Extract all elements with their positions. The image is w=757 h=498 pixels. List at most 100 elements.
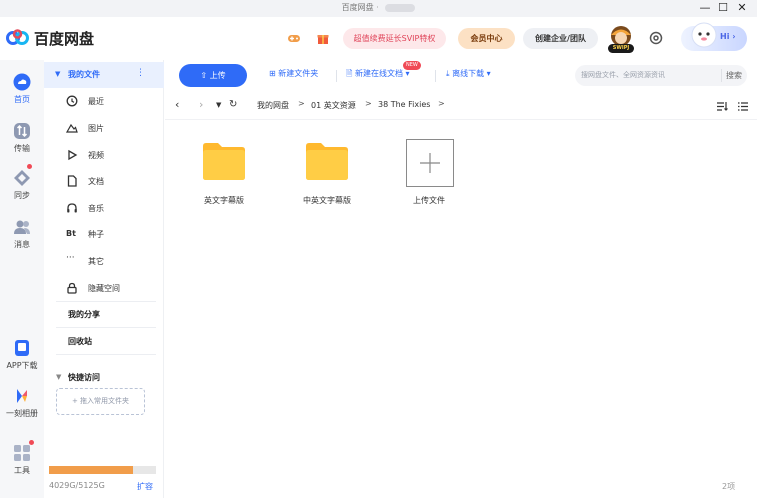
- nav-item-hidden-space[interactable]: 隐藏空间: [44, 279, 164, 299]
- new-doc-icon: 🗎: [346, 69, 353, 78]
- rail-item-album[interactable]: 一刻相册: [0, 387, 44, 419]
- folder-tile[interactable]: 英文字幕版: [188, 139, 260, 219]
- assistant-mascot-icon: [691, 22, 717, 48]
- quick-access-header[interactable]: ▼ 快捷访问: [52, 370, 152, 386]
- search-box[interactable]: 搜网盘文件、全网资源资讯 搜索: [575, 65, 747, 86]
- gift-icon[interactable]: [316, 31, 330, 45]
- folder-name: 英文字幕版: [204, 196, 244, 205]
- rail-label-app-download: APP下载: [6, 361, 38, 370]
- rail-item-transfer[interactable]: 传输: [0, 122, 44, 154]
- nav-my-files[interactable]: ▼ 我的文件 ⋮: [44, 62, 164, 88]
- minimize-button[interactable]: —: [696, 0, 714, 17]
- settings-gear-icon[interactable]: [648, 30, 664, 46]
- nav-item-documents[interactable]: 文档: [44, 172, 164, 192]
- window-title-account: [385, 3, 416, 12]
- upload-button[interactable]: ⇧ 上传: [179, 64, 247, 87]
- nav-divider: [56, 327, 156, 328]
- refresh-icon[interactable]: ↻: [229, 99, 237, 110]
- new-folder-icon: ⊞: [269, 69, 276, 78]
- nav-divider: [56, 301, 156, 302]
- folder-tile[interactable]: 中英文字幕版: [291, 139, 363, 219]
- new-online-doc-button[interactable]: 🗎 新建在线文档 ▾: [346, 68, 410, 84]
- toolbar-divider: [336, 70, 337, 82]
- plus-icon: [420, 153, 440, 173]
- more-dots-icon: ···: [66, 253, 75, 263]
- new-badge: NEW: [403, 61, 421, 70]
- search-button[interactable]: 搜索: [726, 70, 742, 81]
- app-download-icon: [15, 340, 29, 356]
- main-area: ⇧ 上传 ⊞ 新建文件夹 🗎 新建在线文档 ▾ NEW ⤓ 离线下载 ▾ 搜网盘…: [165, 60, 757, 498]
- folder-name: 中英文字幕版: [303, 196, 351, 205]
- expand-storage-link[interactable]: 扩容: [137, 481, 153, 492]
- nav-item-videos[interactable]: 视频: [44, 146, 164, 166]
- rail-item-app-download[interactable]: APP下载: [0, 339, 44, 371]
- nav-label-torrents: 种子: [88, 230, 104, 239]
- vip-center-button[interactable]: 会员中心: [458, 28, 515, 49]
- app-logo[interactable]: 百度网盘: [6, 27, 94, 49]
- upload-file-tile[interactable]: 上传文件: [393, 139, 465, 219]
- back-arrow-icon[interactable]: ‹: [175, 98, 179, 111]
- window-title-sep: ·: [376, 3, 379, 12]
- offline-download-button[interactable]: ⤓ 离线下载 ▾: [446, 68, 491, 84]
- left-rail: 首页 传输 同步 消息 APP下载 一刻相册 工具: [0, 60, 44, 498]
- caret-down-icon: ▼: [55, 70, 61, 78]
- document-icon: [67, 175, 77, 187]
- clock-icon: [66, 95, 78, 107]
- breadcrumb-item[interactable]: 38 The Fixies: [378, 100, 430, 109]
- caret-down-icon: ▼: [56, 373, 62, 381]
- close-button[interactable]: ✕: [733, 0, 751, 17]
- svip-promo-button[interactable]: 超值续费延长SVIP特权: [343, 28, 446, 49]
- breadcrumb-item[interactable]: 01 英文资源: [311, 100, 356, 111]
- nav-item-other[interactable]: ··· 其它: [44, 252, 164, 272]
- history-dropdown-icon[interactable]: ▼: [216, 101, 221, 109]
- folder-icon: [203, 143, 245, 180]
- sort-icon[interactable]: [716, 101, 728, 112]
- baidu-cloud-logo-icon: [6, 29, 29, 45]
- image-icon: [66, 123, 78, 133]
- transfer-icon: [14, 123, 30, 139]
- folder-icon: [306, 143, 348, 180]
- quick-access-label: 快捷访问: [68, 373, 100, 382]
- maximize-button[interactable]: ☐: [714, 0, 732, 17]
- rail-label-home: 首页: [14, 95, 30, 104]
- window-titlebar: 百度网盘 · — ☐ ✕: [0, 0, 757, 17]
- rail-item-tools[interactable]: 工具: [0, 444, 44, 476]
- album-icon: [17, 389, 27, 403]
- new-online-doc-label: 新建在线文档: [354, 69, 403, 78]
- nav-item-recent[interactable]: 最近: [44, 92, 164, 112]
- game-controller-icon[interactable]: [287, 31, 301, 45]
- drag-folder-dropzone[interactable]: + 拖入常用文件夹: [56, 388, 145, 415]
- nav-my-share[interactable]: 我的分享: [68, 309, 100, 320]
- nav-item-torrents[interactable]: Bt 种子: [44, 225, 164, 245]
- rail-item-message[interactable]: 消息: [0, 218, 44, 250]
- nav-item-music[interactable]: 音乐: [44, 199, 164, 219]
- nav-panel: ▼ 我的文件 ⋮ 最近 图片 视频 文档 音乐 Bt 种子 ··· 其它 隐藏空…: [44, 60, 164, 498]
- rail-item-sync[interactable]: 同步: [0, 169, 44, 201]
- nav-label-other: 其它: [88, 257, 104, 266]
- breadcrumb-item[interactable]: 我的网盘: [257, 100, 289, 111]
- path-bar: ‹ › ▼ ↻ 我的网盘 > 01 英文资源 > 38 The Fixies >: [165, 92, 757, 120]
- nav-divider: [56, 354, 156, 355]
- assistant-hi-button[interactable]: Hi ›: [681, 22, 747, 51]
- upload-placeholder-box[interactable]: [406, 139, 454, 187]
- nav-item-images[interactable]: 图片: [44, 119, 164, 139]
- nav-label-videos: 视频: [88, 151, 104, 160]
- bt-icon: Bt: [66, 229, 76, 238]
- rail-label-transfer: 传输: [14, 144, 30, 153]
- app-header: 百度网盘 超值续费延长SVIP特权 会员中心 创建企业/团队 SWIPJ Hi …: [0, 17, 757, 60]
- list-view-icon[interactable]: [737, 101, 749, 112]
- nav-recycle-bin[interactable]: 回收站: [68, 336, 92, 347]
- user-avatar[interactable]: SWIPJ: [606, 24, 636, 54]
- window-title: 百度网盘 ·: [0, 2, 757, 13]
- create-enterprise-button[interactable]: 创建企业/团队: [523, 28, 598, 49]
- chevron-down-icon: ▾: [405, 69, 410, 78]
- nav-label-images: 图片: [88, 124, 104, 133]
- new-folder-button[interactable]: ⊞ 新建文件夹: [269, 68, 318, 84]
- forward-arrow-icon[interactable]: ›: [199, 98, 203, 111]
- chevron-down-icon: ▾: [486, 69, 491, 78]
- upload-button-label: 上传: [209, 71, 226, 80]
- more-vertical-icon[interactable]: ⋮: [136, 68, 145, 78]
- rail-item-home[interactable]: 首页: [0, 73, 44, 105]
- search-input[interactable]: 搜网盘文件、全网资源资讯: [581, 70, 665, 80]
- breadcrumb-separator: >: [298, 99, 305, 108]
